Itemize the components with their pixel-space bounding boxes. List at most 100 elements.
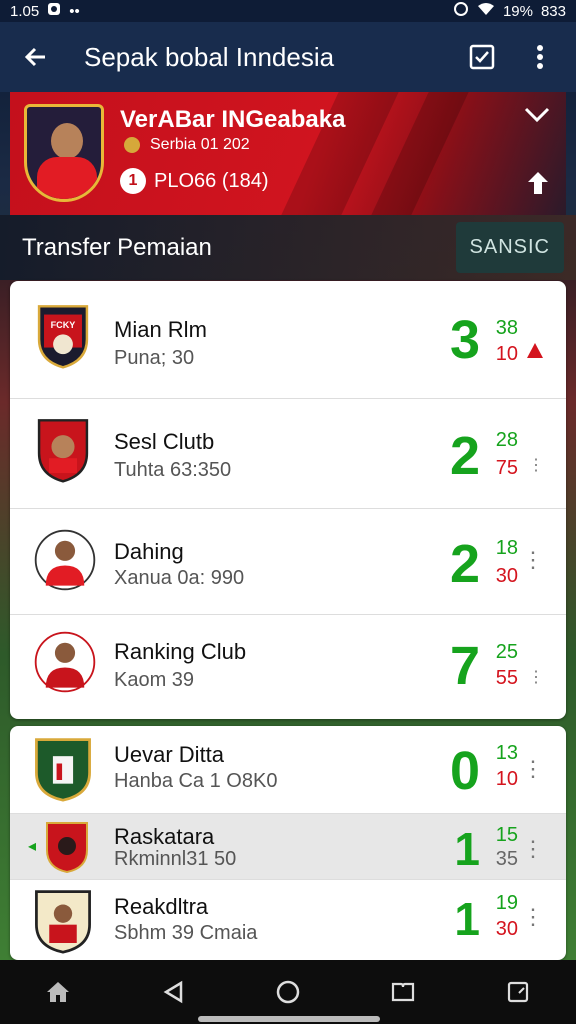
club-sub: Sbhm 39 Cmaia	[114, 922, 258, 944]
more-vert-icon[interactable]: ⋮	[528, 667, 544, 687]
more-dots-icon: ••	[69, 2, 80, 20]
more-vert-icon[interactable]: ⋮	[522, 836, 544, 862]
score-big: 7	[449, 636, 480, 696]
checkbox-button[interactable]	[462, 37, 502, 77]
list-item[interactable]: Reakdltra Sbhm 39 Cmaia 1 19 30 ⋮	[10, 880, 566, 960]
score-bottom: 35	[495, 848, 518, 870]
score-bottom: 10	[495, 343, 518, 365]
square-icon	[508, 981, 529, 1003]
club-crest-icon: FCKY	[37, 305, 89, 369]
arrow-left-icon	[24, 47, 45, 67]
battery-label: 19%	[502, 2, 533, 20]
list-item[interactable]: ◂ Raskatara Rkminnl31 50 1 15 35 ⋮	[10, 814, 566, 880]
app-bar: Sepak bobal Inndesia	[0, 22, 576, 92]
transfer-list-card: FCKY Mian Rlm Puna; 30 3 38 10 Sesl Clut…	[10, 281, 566, 719]
home-indicator	[198, 1016, 380, 1022]
list-item[interactable]: FCKY Mian Rlm Puna; 30 3 38 10	[10, 281, 566, 399]
arrow-left-small-icon: ◂	[28, 838, 37, 855]
list-item[interactable]: Ranking Club Kaom 39 7 25 55 ⋮	[10, 615, 566, 719]
list-item[interactable]: Uevar Ditta Hanba Ca 1 O8K0 0 13 10 ⋮	[10, 726, 566, 814]
expand-button[interactable]	[524, 106, 550, 129]
player-rank: 1 PLO66 (184)	[120, 168, 269, 194]
section-header: Transfer Pemaian SANSIC	[0, 215, 576, 280]
more-vert-icon[interactable]: ⋮	[528, 455, 544, 475]
back-nav-button[interactable]	[153, 972, 193, 1012]
score-top: 38	[495, 317, 518, 339]
page-title: Sepak bobal Inndesia	[84, 41, 335, 72]
score-big: 1	[454, 893, 480, 945]
rank-text: PLO66 (184)	[154, 169, 269, 192]
bottom-navigation	[0, 960, 576, 1024]
book-icon	[392, 982, 415, 1002]
player-date: Serbia 01 202	[124, 136, 250, 154]
home-nav-button[interactable]	[268, 972, 308, 1012]
club-crest-icon	[35, 890, 91, 954]
score-top: 15	[495, 824, 518, 846]
player-name: VerABar INGeabaka	[120, 106, 346, 133]
club-crest-text: FCKY	[51, 320, 76, 330]
club-name: Reakdltra	[114, 894, 209, 919]
player-banner[interactable]: VerABar INGeabaka Serbia 01 202 1 PLO66 …	[10, 92, 566, 215]
section-action-button[interactable]: SANSIC	[455, 222, 564, 273]
club-crest-icon	[37, 419, 89, 483]
notification-icon	[47, 2, 61, 20]
home-icon	[46, 982, 69, 1002]
ball-icon	[124, 137, 140, 153]
more-vert-icon[interactable]: ⋮	[522, 547, 544, 573]
score-big: 2	[449, 426, 480, 486]
wifi-icon	[477, 2, 495, 20]
home-button[interactable]	[38, 972, 78, 1012]
score-top: 25	[495, 641, 518, 663]
score-top: 19	[495, 892, 518, 914]
club-name: Sesl Clutb	[114, 429, 215, 454]
club-crest-icon	[46, 822, 88, 874]
club-crest-icon	[35, 738, 91, 802]
list-item[interactable]: Dahing Xanua 0a: 990 2 18 30 ⋮	[10, 509, 566, 615]
club-name: Mian Rlm	[114, 317, 207, 342]
rank-badge: 1	[120, 168, 146, 194]
club-name: Dahing	[114, 539, 184, 564]
club-sub: Kaom 39	[114, 669, 195, 691]
score-bottom: 30	[495, 565, 518, 587]
player-face	[51, 123, 83, 159]
more-vert-icon	[537, 45, 543, 69]
club-sub: Puna; 30	[114, 347, 195, 369]
club-sub: Rkminnl31 50	[114, 848, 237, 870]
triangle-back-icon	[163, 980, 183, 1004]
status-bar: 1.05 •• 19% 833	[0, 0, 576, 22]
score-big: 0	[449, 741, 480, 801]
club-sub: Tuhta 63:350	[114, 459, 232, 481]
pin-icon	[528, 172, 548, 194]
score-bottom: 10	[495, 768, 518, 790]
score-bottom: 55	[495, 667, 518, 689]
recent-apps-button[interactable]	[498, 972, 538, 1012]
chevron-down-icon	[524, 107, 550, 123]
back-button[interactable]	[16, 37, 56, 77]
section-title: Transfer Pemaian	[22, 233, 212, 261]
alarm-icon	[453, 1, 469, 21]
bookmark-button[interactable]	[383, 972, 423, 1012]
overflow-menu-button[interactable]	[520, 37, 560, 77]
score-bottom: 75	[495, 457, 518, 479]
player-crest	[24, 104, 104, 202]
more-vert-icon[interactable]: ⋮	[522, 756, 544, 782]
score-top: 28	[495, 429, 518, 451]
score-bottom: 30	[495, 918, 518, 940]
clock-right: 833	[540, 2, 566, 20]
alert-icon[interactable]	[526, 341, 544, 366]
score-big: 1	[454, 823, 480, 875]
list-item[interactable]: Sesl Clutb Tuhta 63:350 2 28 75 ⋮	[10, 399, 566, 509]
score-big: 2	[449, 534, 480, 594]
score-top: 13	[495, 742, 518, 764]
circle-home-icon	[276, 980, 300, 1004]
player-avatar-icon	[34, 529, 96, 591]
club-sub: Xanua 0a: 990	[114, 567, 245, 589]
pin-button[interactable]	[526, 170, 550, 201]
transfer-list-card-2: Uevar Ditta Hanba Ca 1 O8K0 0 13 10 ⋮ ◂ …	[10, 726, 566, 960]
score-top: 18	[495, 537, 518, 559]
club-name: Ranking Club	[114, 639, 247, 664]
score-big: 3	[449, 310, 480, 370]
more-vert-icon[interactable]: ⋮	[522, 904, 544, 930]
club-sub: Hanba Ca 1 O8K0	[114, 770, 278, 792]
player-avatar-icon	[34, 631, 96, 693]
